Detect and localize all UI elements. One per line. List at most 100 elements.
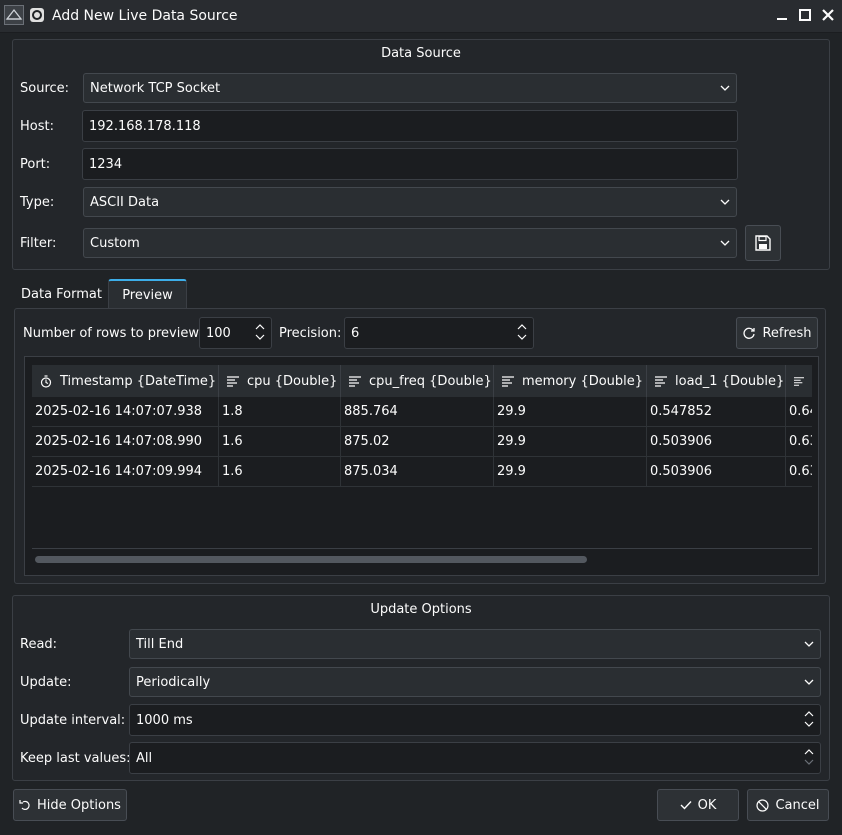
table-cell: 885.764 bbox=[341, 397, 494, 427]
scrollbar-track bbox=[32, 548, 812, 549]
table-cell: 1.6 bbox=[219, 427, 341, 457]
tab-data-format[interactable]: Data Format bbox=[14, 279, 109, 309]
tab-data-format-label: Data Format bbox=[21, 286, 102, 302]
table-cell: 0.503906 bbox=[647, 427, 786, 457]
table-header: Timestamp {DateTime} cpu {Double} cpu_fr… bbox=[32, 365, 812, 397]
cancel-icon bbox=[756, 798, 770, 812]
column-header-memory[interactable]: memory {Double} bbox=[494, 365, 647, 397]
column-header-label: memory {Double} bbox=[522, 373, 644, 389]
update-value: Periodically bbox=[136, 674, 211, 690]
filter-value: Custom bbox=[90, 235, 140, 251]
hide-options-button[interactable]: Hide Options bbox=[13, 789, 127, 821]
column-header-cpu-freq[interactable]: cpu_freq {Double} bbox=[341, 365, 494, 397]
horizontal-scrollbar[interactable] bbox=[35, 556, 587, 563]
source-label: Source: bbox=[20, 81, 70, 96]
column-header-label: Timestamp {DateTime} bbox=[60, 373, 217, 389]
host-input[interactable]: 192.168.178.118 bbox=[82, 110, 738, 142]
column-header-timestamp[interactable]: Timestamp {DateTime} bbox=[32, 365, 219, 397]
type-combo[interactable]: ASCII Data bbox=[83, 187, 737, 217]
undo-icon bbox=[19, 800, 30, 811]
port-input[interactable]: 1234 bbox=[82, 148, 738, 180]
filter-combo[interactable]: Custom bbox=[83, 228, 737, 258]
update-combo[interactable]: Periodically bbox=[129, 667, 821, 697]
table-cell: 29.9 bbox=[494, 457, 647, 487]
update-options-title: Update Options bbox=[370, 602, 472, 617]
maximize-icon[interactable] bbox=[797, 7, 813, 23]
rows-label: Number of rows to preview: bbox=[23, 326, 203, 341]
table-cell: 29.9 bbox=[494, 397, 647, 427]
read-label: Read: bbox=[20, 637, 58, 652]
chevron-down-icon bbox=[804, 679, 814, 685]
chevron-down-icon bbox=[804, 641, 814, 647]
column-header-cpu[interactable]: cpu {Double} bbox=[219, 365, 341, 397]
keep-value: All bbox=[136, 750, 153, 766]
spin-arrows-icon[interactable] bbox=[255, 321, 265, 343]
tab-preview-label: Preview bbox=[122, 287, 173, 303]
rows-value: 100 bbox=[206, 325, 231, 341]
table-row[interactable]: 2025-02-16 14:07:08.990 1.6 875.02 29.9 … bbox=[32, 427, 812, 457]
refresh-icon bbox=[743, 327, 756, 339]
keep-values-spinbox[interactable]: All bbox=[129, 742, 821, 774]
data-source-title: Data Source bbox=[381, 46, 461, 61]
keep-above-icon[interactable] bbox=[30, 8, 44, 22]
keep-label: Keep last values: bbox=[20, 751, 131, 766]
port-value: 1234 bbox=[89, 156, 123, 172]
column-header-label: cpu {Double} bbox=[247, 373, 338, 389]
text-align-icon bbox=[794, 376, 804, 386]
save-filter-button[interactable] bbox=[745, 225, 781, 261]
column-header-label: cpu_freq {Double} bbox=[369, 373, 492, 389]
table-cell: 2025-02-16 14:07:09.994 bbox=[32, 457, 219, 487]
tab-preview[interactable]: Preview bbox=[108, 279, 187, 309]
spin-arrows-icon[interactable] bbox=[804, 746, 814, 768]
table-cell: 2025-02-16 14:07:07.938 bbox=[32, 397, 219, 427]
table-cell: 2025-02-16 14:07:08.990 bbox=[32, 427, 219, 457]
column-header-label: load_1 {Double} bbox=[675, 373, 785, 389]
rows-spinbox[interactable]: 100 bbox=[199, 317, 272, 349]
refresh-label: Refresh bbox=[762, 325, 812, 341]
host-value: 192.168.178.118 bbox=[89, 118, 201, 134]
source-combo[interactable]: Network TCP Socket bbox=[83, 73, 737, 103]
refresh-button[interactable]: Refresh bbox=[736, 317, 818, 349]
table-cell: 0.63 bbox=[786, 427, 812, 457]
table-row[interactable]: 2025-02-16 14:07:07.938 1.8 885.764 29.9… bbox=[32, 397, 812, 427]
table-cell: 875.02 bbox=[341, 427, 494, 457]
table-cell: 1.6 bbox=[219, 457, 341, 487]
table-row[interactable]: 2025-02-16 14:07:09.994 1.6 875.034 29.9… bbox=[32, 457, 812, 487]
interval-label: Update interval: bbox=[20, 713, 126, 728]
type-value: ASCII Data bbox=[90, 194, 160, 210]
save-icon bbox=[755, 235, 771, 251]
app-icon bbox=[4, 5, 24, 25]
hide-options-label: Hide Options bbox=[37, 797, 121, 813]
precision-spinbox[interactable]: 6 bbox=[344, 317, 534, 349]
minimize-icon[interactable] bbox=[774, 7, 790, 23]
table-cell: 0.63 bbox=[786, 457, 812, 487]
spin-arrows-icon[interactable] bbox=[804, 708, 814, 730]
ok-button[interactable]: OK bbox=[657, 789, 739, 821]
text-align-icon bbox=[349, 375, 361, 387]
clock-icon bbox=[40, 374, 52, 388]
text-align-icon bbox=[227, 375, 239, 387]
interval-spinbox[interactable]: 1000 ms bbox=[129, 704, 821, 736]
table-cell: 0.64 bbox=[786, 397, 812, 427]
column-header-next[interactable] bbox=[786, 365, 812, 397]
read-value: Till End bbox=[136, 636, 184, 652]
table-cell: 29.9 bbox=[494, 427, 647, 457]
column-header-load-1[interactable]: load_1 {Double} bbox=[647, 365, 786, 397]
cancel-button[interactable]: Cancel bbox=[747, 789, 829, 821]
ok-label: OK bbox=[697, 797, 717, 813]
cancel-label: Cancel bbox=[775, 797, 820, 813]
update-label: Update: bbox=[20, 675, 72, 690]
read-combo[interactable]: Till End bbox=[129, 629, 821, 659]
spin-arrows-icon[interactable] bbox=[517, 321, 527, 343]
host-label: Host: bbox=[20, 119, 54, 134]
table-cell: 0.547852 bbox=[647, 397, 786, 427]
text-align-icon bbox=[655, 375, 667, 387]
chevron-down-icon bbox=[720, 199, 730, 205]
source-value: Network TCP Socket bbox=[90, 80, 221, 96]
check-icon bbox=[680, 801, 692, 810]
close-icon[interactable] bbox=[820, 7, 836, 23]
filter-label: Filter: bbox=[20, 236, 57, 251]
precision-label: Precision: bbox=[279, 326, 342, 341]
port-label: Port: bbox=[20, 157, 51, 172]
preview-table[interactable]: Timestamp {DateTime} cpu {Double} cpu_fr… bbox=[24, 356, 819, 576]
